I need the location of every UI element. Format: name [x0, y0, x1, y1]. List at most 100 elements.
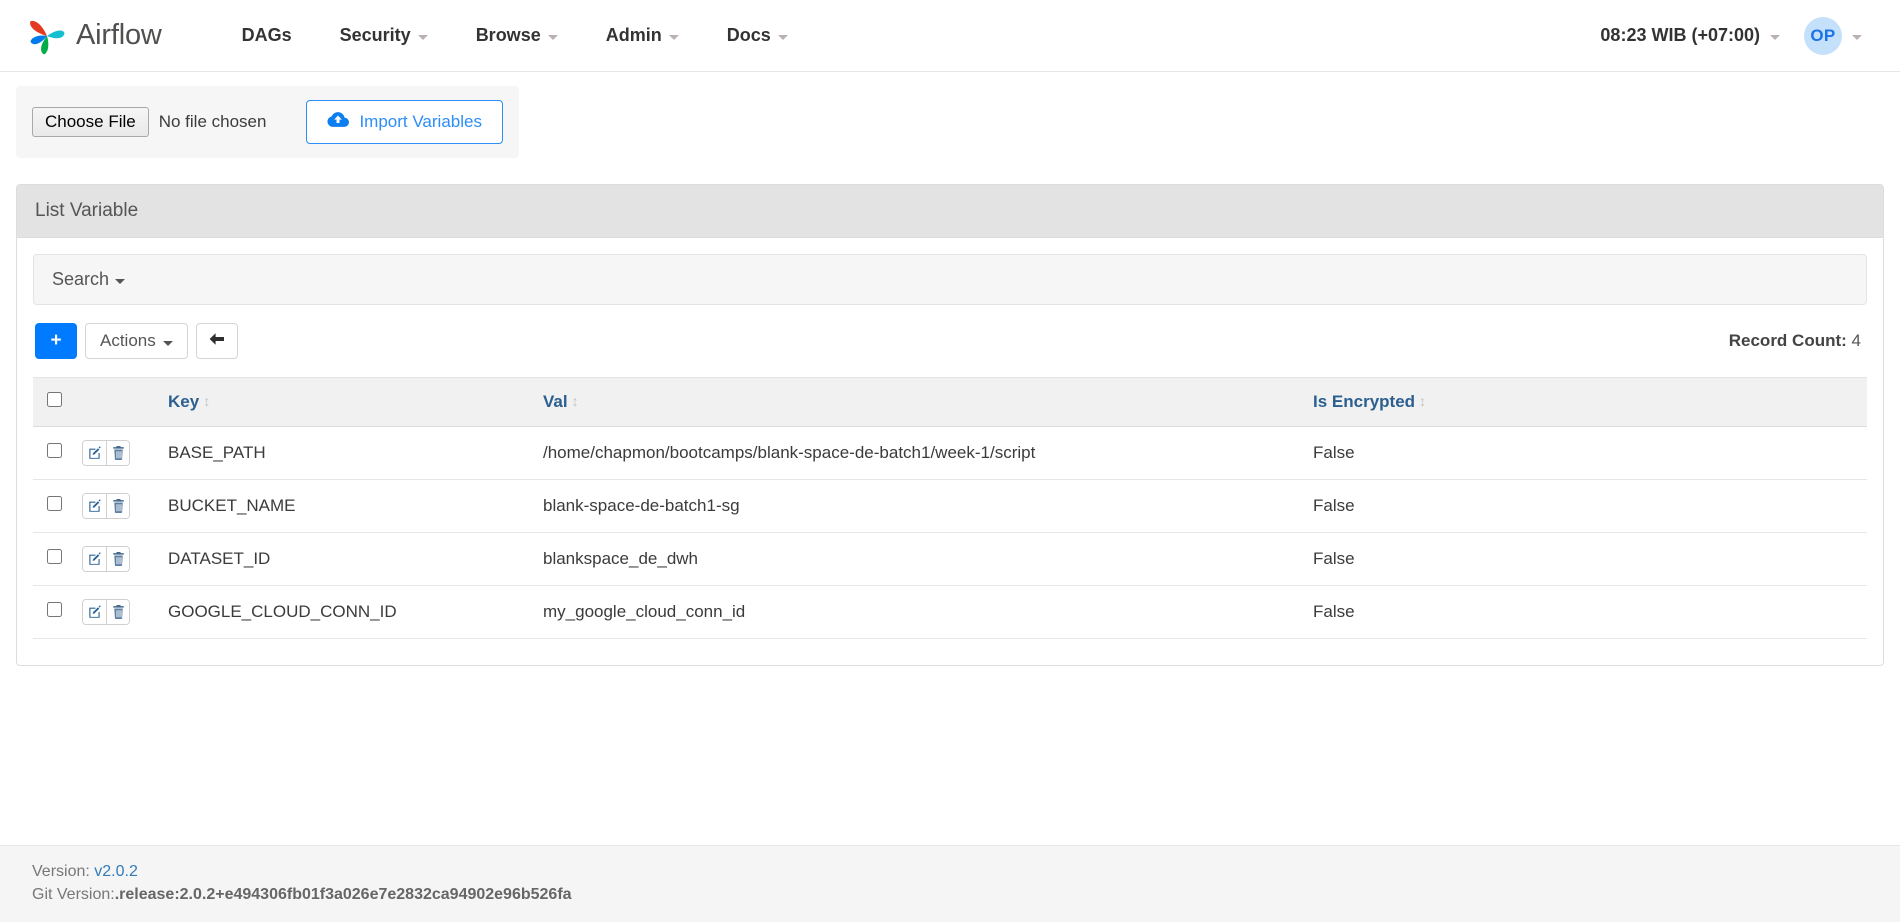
trash-icon-button[interactable] — [106, 441, 129, 465]
chevron-down-icon — [1852, 35, 1862, 40]
version-line: Version: v2.0.2 — [32, 860, 1900, 883]
nav-item-docs[interactable]: Docs — [703, 15, 812, 56]
version-link[interactable]: v2.0.2 — [94, 863, 138, 880]
sort-icon: ↕ — [203, 393, 211, 409]
trash-icon-button[interactable] — [106, 547, 129, 571]
cell-is-encrypted: False — [1303, 585, 1867, 639]
sort-icon: ↕ — [571, 393, 579, 409]
plus-icon: + — [50, 330, 62, 351]
table-header-row: Key ↕ Val ↕ Is Encrypted ↕ — [33, 377, 1867, 427]
brand-label: Airflow — [76, 19, 162, 51]
chevron-down-icon — [1770, 35, 1780, 40]
actions-dropdown-button[interactable]: Actions — [85, 323, 188, 359]
toolbar-button-group: + Actions — [35, 323, 238, 359]
column-header-key[interactable]: Key ↕ — [158, 377, 533, 427]
nav-item-admin[interactable]: Admin — [582, 15, 703, 56]
user-menu[interactable]: OP — [1798, 11, 1876, 61]
row-checkbox[interactable] — [47, 443, 62, 458]
select-all-header — [33, 377, 72, 427]
chevron-down-icon — [668, 35, 679, 40]
trash-icon-button[interactable] — [106, 600, 129, 624]
panel-body: Search + Actions Record Count: 4 Key ↕ V… — [17, 238, 1883, 665]
list-toolbar: + Actions Record Count: 4 — [33, 323, 1867, 359]
table-row: GOOGLE_CLOUD_CONN_ID my_google_cloud_con… — [33, 585, 1867, 639]
nav-item-dags[interactable]: DAGs — [218, 15, 316, 56]
column-header-is-encrypted[interactable]: Is Encrypted ↕ — [1303, 377, 1867, 427]
row-checkbox[interactable] — [47, 549, 62, 564]
file-upload-field[interactable]: Choose File No file chosen — [32, 106, 267, 138]
page-footer: Version: v2.0.2 Git Version:.release:2.0… — [0, 844, 1900, 922]
row-actions-cell — [72, 479, 158, 533]
edit-pencil-icon-button[interactable] — [83, 547, 106, 571]
sort-key-link[interactable]: Key ↕ — [168, 392, 210, 411]
column-header-val[interactable]: Val ↕ — [533, 377, 1303, 427]
main-navbar: Airflow DAGs Security Browse Admin Docs … — [0, 0, 1900, 72]
navbar-right-section: 08:23 WIB (+07:00) OP — [1586, 11, 1876, 61]
cell-is-encrypted: False — [1303, 532, 1867, 586]
row-action-group — [82, 440, 130, 466]
edit-pencil-icon-button[interactable] — [83, 441, 106, 465]
trash-icon-button[interactable] — [106, 494, 129, 518]
git-version-label: Git Version: — [32, 885, 115, 903]
timezone-selector[interactable]: 08:23 WIB (+07:00) — [1586, 15, 1794, 56]
cell-val: /home/chapmon/bootcamps/blank-space-de-b… — [533, 426, 1303, 480]
panel-title: List Variable — [17, 185, 1883, 238]
record-count-label: Record Count: — [1728, 331, 1847, 350]
brand-home-link[interactable]: Airflow — [24, 13, 162, 59]
edit-pencil-icon-button[interactable] — [83, 600, 106, 624]
cell-key: BUCKET_NAME — [158, 479, 533, 533]
sort-icon: ↕ — [1419, 393, 1427, 409]
nav-item-label: Admin — [605, 25, 662, 45]
cell-key: DATASET_ID — [158, 532, 533, 586]
cell-val: blankspace_de_dwh — [533, 532, 1303, 586]
import-variables-label: Import Variables — [359, 112, 482, 131]
nav-item-browse[interactable]: Browse — [452, 15, 582, 56]
sort-is-encrypted-link[interactable]: Is Encrypted ↕ — [1313, 392, 1426, 411]
table-row: BUCKET_NAME blank-space-de-batch1-sg Fal… — [33, 479, 1867, 533]
version-label: Version: — [32, 862, 90, 880]
cell-is-encrypted: False — [1303, 426, 1867, 480]
clock-label: 08:23 WIB (+07:00) — [1600, 25, 1760, 45]
row-action-group — [82, 493, 130, 519]
table-row: BASE_PATH /home/chapmon/bootcamps/blank-… — [33, 426, 1867, 480]
chevron-down-icon — [115, 279, 126, 284]
git-version-line: Git Version:.release:2.0.2+e494306fb01f3… — [32, 883, 1900, 906]
row-select-cell — [33, 585, 72, 639]
record-count: Record Count: 4 — [1729, 331, 1865, 351]
sort-val-link[interactable]: Val ↕ — [543, 392, 579, 411]
file-name-label: No file chosen — [158, 112, 267, 131]
select-all-checkbox[interactable] — [47, 392, 62, 407]
cell-key: BASE_PATH — [158, 426, 533, 480]
row-checkbox[interactable] — [47, 496, 62, 511]
chevron-down-icon — [417, 35, 428, 40]
back-button[interactable] — [195, 323, 238, 359]
import-variables-bar: Choose File No file chosen Import Variab… — [16, 86, 519, 158]
git-version-value: .release:2.0.2+e494306fb01f3a026e7e2832c… — [114, 885, 572, 903]
edit-pencil-icon-button[interactable] — [83, 494, 106, 518]
row-select-cell — [33, 426, 72, 480]
nav-item-security[interactable]: Security — [316, 15, 452, 56]
add-variable-button[interactable]: + — [35, 323, 77, 359]
row-actions-cell — [72, 532, 158, 586]
cell-val: my_google_cloud_conn_id — [533, 585, 1303, 639]
row-checkbox[interactable] — [47, 602, 62, 617]
nav-item-label: DAGs — [241, 25, 292, 45]
column-label: Val — [543, 392, 568, 411]
row-select-cell — [33, 479, 72, 533]
airflow-pinwheel-logo-icon — [24, 13, 70, 59]
choose-file-button[interactable]: Choose File — [32, 106, 149, 138]
chevron-down-icon — [547, 35, 558, 40]
cell-key: GOOGLE_CLOUD_CONN_ID — [158, 585, 533, 639]
import-variables-button[interactable]: Import Variables — [306, 100, 503, 144]
avatar: OP — [1804, 16, 1842, 55]
row-action-group — [82, 546, 130, 572]
row-action-group — [82, 599, 130, 625]
search-filter-well: Search — [33, 254, 1867, 305]
arrow-left-icon — [208, 331, 226, 352]
chevron-down-icon — [777, 35, 788, 40]
list-variable-panel: List Variable Search + Actions Record Co… — [16, 184, 1884, 666]
search-toggle[interactable]: Search — [52, 269, 126, 290]
actions-label: Actions — [100, 331, 156, 350]
cell-val: blank-space-de-batch1-sg — [533, 479, 1303, 533]
table-head: Key ↕ Val ↕ Is Encrypted ↕ — [33, 377, 1867, 427]
